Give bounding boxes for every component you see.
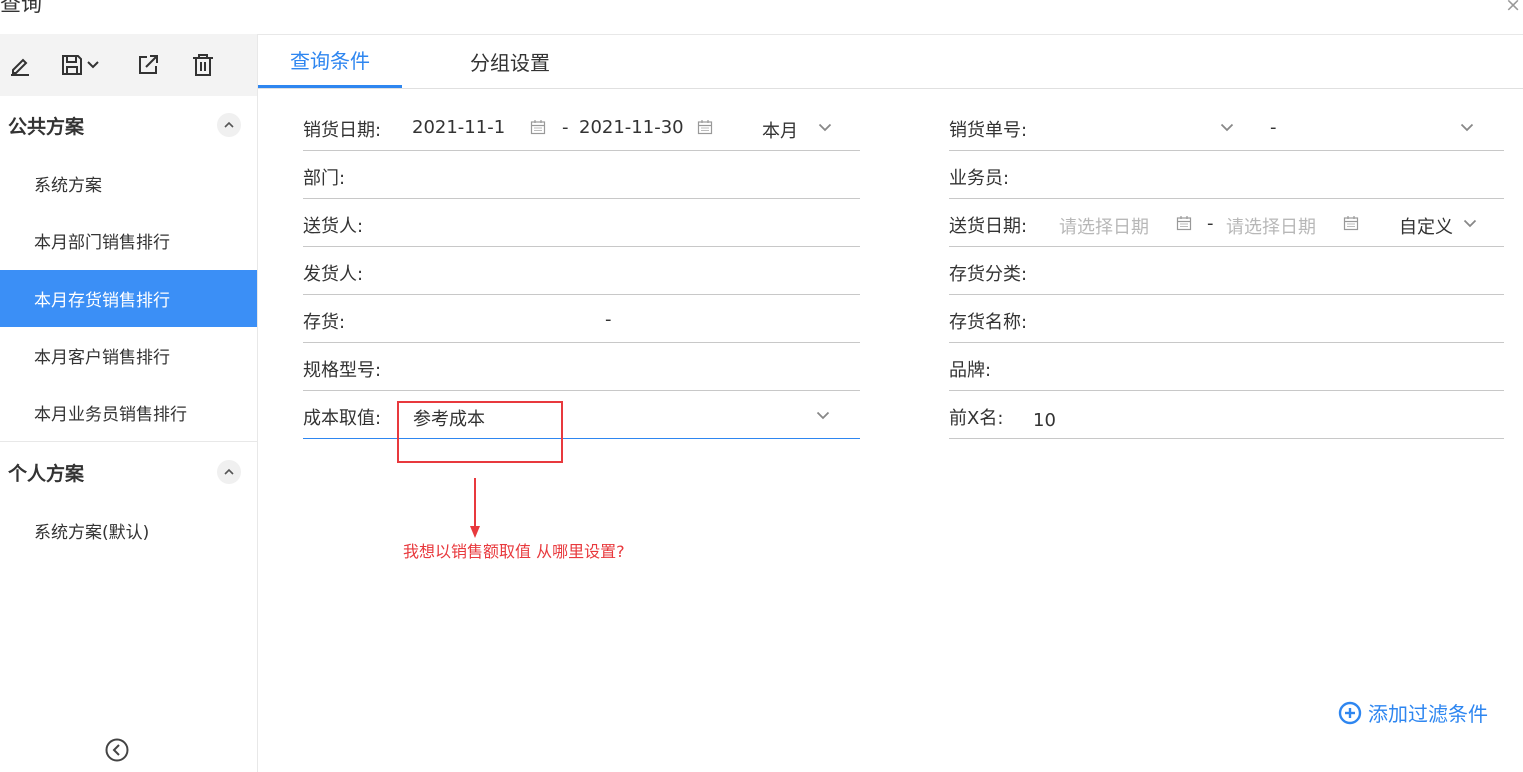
sidebar-item-system-scheme[interactable]: 系统方案 [0,155,257,212]
sidebar-item-label: 本月存货销售排行 [34,291,170,311]
sales-date-field: 销货日期: 2021-11-1 - 2021-11-30 本月 [303,106,860,151]
annotation-highlight-box [397,401,563,463]
sidebar-item-inventory-sales-rank[interactable]: 本月存货销售排行 [0,270,257,327]
personal-schemes-title: 个人方案 [8,462,85,485]
inventory-category-label: 存货分类: [949,264,1028,285]
inventory-name-label: 存货名称: [949,312,1028,333]
personal-schemes-header: 个人方案 [0,444,257,500]
cost-value-label: 成本取值: [303,408,382,429]
sales-number-separator: - [1270,117,1277,138]
inventory-category-field[interactable]: 存货分类: [949,250,1504,295]
delete-button[interactable] [191,50,215,80]
sales-date-from-input[interactable]: 2021-11-1 [412,117,505,138]
sidebar-item-customer-sales-rank[interactable]: 本月客户销售排行 [0,327,257,384]
inventory-name-field[interactable]: 存货名称: [949,298,1504,343]
sales-date-preset-select[interactable]: 本月 [762,117,798,143]
calendar-icon[interactable] [697,119,713,135]
external-link-icon [139,55,158,74]
sidebar-item-label: 本月部门销售排行 [34,233,170,253]
circle-chevron-left-icon [105,738,129,762]
chevron-up-icon [224,468,234,475]
chevron-down-icon[interactable] [1463,219,1477,228]
sales-number-label: 销货单号: [949,120,1028,141]
brand-field[interactable]: 品牌: [949,346,1504,391]
calendar-icon[interactable] [1176,215,1192,231]
sidebar-item-salesman-sales-rank[interactable]: 本月业务员销售排行 [0,384,257,441]
sales-date-label: 销货日期: [303,120,382,141]
sales-date-to-input[interactable]: 2021-11-30 [579,117,684,138]
title-bar: 查询 × [0,0,1523,35]
sidebar-item-system-default[interactable]: 系统方案(默认) [0,502,257,559]
spec-model-field[interactable]: 规格型号: [303,346,860,391]
chevron-down-icon[interactable] [816,411,830,420]
date-range-separator: - [1207,213,1214,234]
scheme-toolbar [0,34,257,96]
date-range-separator: - [562,117,569,138]
plus-circle-icon [1338,701,1362,724]
export-button[interactable] [136,50,160,80]
chevron-down-icon[interactable] [1460,123,1474,132]
brand-label: 品牌: [949,360,992,381]
delivery-date-preset-select[interactable]: 自定义 [1399,213,1453,239]
pencil-icon [11,58,29,76]
department-field[interactable]: 部门: [303,154,860,199]
add-filter-button[interactable]: 添加过滤条件 [1338,698,1488,727]
sidebar-divider [0,441,257,442]
calendar-icon[interactable] [1343,215,1359,231]
deliverer-label: 送货人: [303,216,364,237]
cost-value-field[interactable]: 成本取值: 参考成本 [303,394,860,439]
spec-model-label: 规格型号: [303,360,382,381]
public-schemes-header: 公共方案 [0,97,257,153]
shipper-label: 发货人: [303,264,364,285]
top-x-field: 前X名: 10 [949,394,1504,439]
collapse-sidebar-button[interactable] [104,737,130,763]
scheme-sidebar: 公共方案 系统方案 本月部门销售排行 本月存货销售排行 本月客户销售排行 本月业… [0,34,258,772]
chevron-down-icon[interactable] [818,123,832,132]
inventory-range-separator: - [605,309,612,330]
inventory-field[interactable]: 存货: - [303,298,860,343]
calendar-icon[interactable] [530,119,546,135]
sidebar-item-label: 系统方案(默认) [34,523,150,543]
sidebar-item-dept-sales-rank[interactable]: 本月部门销售排行 [0,212,257,269]
delivery-date-field: 送货日期: 请选择日期 - 请选择日期 自定义 [949,202,1504,247]
public-schemes-title: 公共方案 [8,115,85,138]
deliverer-field[interactable]: 送货人: [303,202,860,247]
delivery-date-to-input[interactable]: 请选择日期 [1226,213,1316,239]
tab-query-conditions[interactable]: 查询条件 [258,34,402,88]
sidebar-item-label: 系统方案 [34,176,102,196]
top-x-input[interactable]: 10 [1033,410,1056,431]
window-title: 查询 [0,0,42,16]
chevron-up-icon [224,121,234,128]
chevron-down-icon[interactable] [1220,123,1234,132]
save-dropdown-button[interactable] [60,50,100,80]
chevron-down-icon [87,61,99,69]
shipper-field[interactable]: 发货人: [303,250,860,295]
add-filter-label: 添加过滤条件 [1368,702,1488,726]
collapse-public-button[interactable] [217,113,241,137]
delivery-date-label: 送货日期: [949,216,1028,237]
sidebar-item-label: 本月客户销售排行 [34,348,170,368]
delivery-date-from-input[interactable]: 请选择日期 [1059,213,1149,239]
inventory-label: 存货: [303,312,346,333]
edit-button[interactable] [8,50,32,80]
top-x-label: 前X名: [949,408,1004,429]
tab-group-settings[interactable]: 分组设置 [438,34,582,88]
salesman-label: 业务员: [949,168,1010,189]
query-tabs: 查询条件 分组设置 [258,34,1523,89]
save-icon [62,55,82,75]
close-button[interactable]: × [1505,0,1521,16]
sidebar-item-label: 本月业务员销售排行 [34,405,187,425]
annotation-arrow [470,478,480,538]
collapse-personal-button[interactable] [217,460,241,484]
salesman-field[interactable]: 业务员: [949,154,1504,199]
sales-number-field: 销货单号: - [949,106,1504,151]
annotation-note: 我想以销售额取值 从哪里设置? [403,542,625,561]
trash-icon [193,54,213,76]
department-label: 部门: [303,168,346,189]
